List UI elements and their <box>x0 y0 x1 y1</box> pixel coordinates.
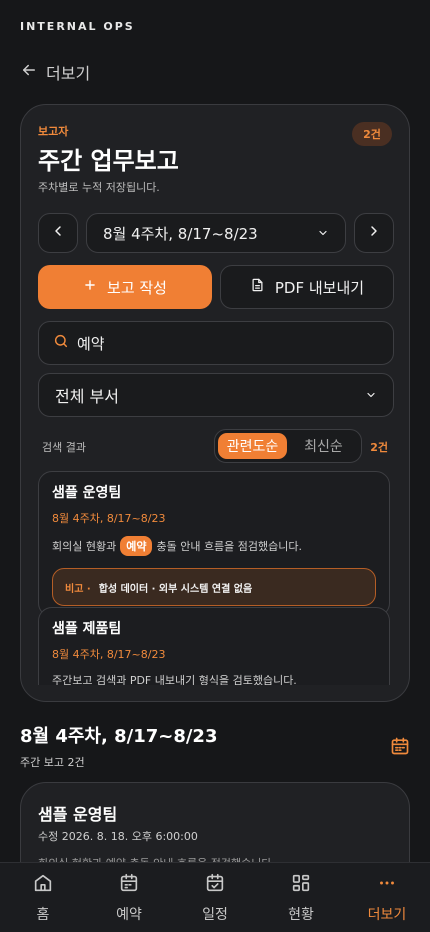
plus-icon <box>83 278 97 296</box>
list-item[interactable]: 샘플 운영팀 8월 4주차, 8/17~8/23 회의실 현황과 예약 충돌 안… <box>38 471 390 617</box>
tab-more[interactable]: 더보기 <box>344 863 430 932</box>
tab-label: 더보기 <box>367 906 407 923</box>
home-icon <box>32 872 54 898</box>
week-select-value: 8월 4주차, 8/17~8/23 <box>103 224 258 243</box>
tab-reservation[interactable]: 예약 <box>86 863 172 932</box>
tab-label: 일정 <box>202 906 228 923</box>
sort-latest[interactable]: 최신순 <box>289 433 358 459</box>
count-badge: 2건 <box>352 122 392 146</box>
grid-icon <box>290 872 312 898</box>
item-week: 8월 4주차, 8/17~8/23 <box>52 512 166 525</box>
next-week-button[interactable] <box>354 213 394 253</box>
chevron-right-icon <box>366 223 382 243</box>
calendar-check-icon <box>204 872 226 898</box>
tab-status[interactable]: 현황 <box>258 863 344 932</box>
department-select-value: 전체 부서 <box>55 387 119 406</box>
item-team: 샘플 제품팀 <box>52 621 122 637</box>
section-subtitle: 주간 보고 2건 <box>20 756 85 769</box>
action-row: 보고 작성 PDF 내보내기 <box>38 265 394 309</box>
report-card-team: 샘플 운영팀 <box>38 805 118 824</box>
sort-toggle: 관련도순 최신순 <box>214 429 362 463</box>
card-subtitle: 주차별로 누적 저장됩니다. <box>38 181 160 194</box>
note-box: 비고 · 합성 데이터 · 외부 시스템 연결 없음 <box>52 568 376 606</box>
calendar-icon <box>118 872 140 898</box>
search-highlight: 예약 <box>120 536 153 556</box>
item-team: 샘플 운영팀 <box>52 485 122 501</box>
note-label: 비고 · <box>65 583 91 595</box>
sort-relevance[interactable]: 관련도순 <box>218 433 287 459</box>
result-label: 검색 결과 <box>42 441 86 454</box>
calendar-button[interactable] <box>390 736 410 756</box>
week-selector-row: 8월 4주차, 8/17~8/23 <box>38 213 394 253</box>
prev-week-button[interactable] <box>38 213 78 253</box>
chevron-left-icon <box>50 223 66 243</box>
result-row: 검색 결과 관련도순 최신순 2건 <box>38 429 394 465</box>
arrow-left-icon <box>20 61 38 83</box>
search-box[interactable] <box>38 321 394 365</box>
search-input[interactable] <box>77 334 379 352</box>
calendar-icon <box>390 737 410 760</box>
write-report-label: 보고 작성 <box>107 278 167 297</box>
tab-label: 예약 <box>116 906 142 923</box>
write-report-button[interactable]: 보고 작성 <box>38 265 212 309</box>
result-count: 2건 <box>370 441 388 454</box>
document-icon <box>250 277 265 297</box>
week-select[interactable]: 8월 4주차, 8/17~8/23 <box>86 213 346 253</box>
tab-schedule[interactable]: 일정 <box>172 863 258 932</box>
item-week: 8월 4주차, 8/17~8/23 <box>52 648 166 661</box>
reporter-label: 보고자 <box>38 125 69 138</box>
item-summary: 회의실 현황과 예약 충돌 안내 흐름을 점검했습니다. <box>52 536 376 556</box>
search-icon <box>53 333 69 353</box>
page-title: 주간 업무보고 <box>38 147 179 175</box>
summary-text: 회의실 현황과 <box>52 540 117 553</box>
department-select[interactable]: 전체 부서 <box>38 373 394 417</box>
section-title: 8월 4주차, 8/17~8/23 <box>20 726 218 747</box>
result-list[interactable]: 샘플 운영팀 8월 4주차, 8/17~8/23 회의실 현황과 예약 충돌 안… <box>38 471 390 685</box>
item-summary: 주간보고 검색과 PDF 내보내기 형식을 검토했습니다. <box>52 674 297 685</box>
summary-text: 충돌 안내 흐름을 점검했습니다. <box>156 540 303 553</box>
tab-label: 홈 <box>36 906 50 923</box>
note-text: 합성 데이터 · 외부 시스템 연결 없음 <box>98 583 253 595</box>
more-icon <box>376 872 398 898</box>
tab-home[interactable]: 홈 <box>0 863 86 932</box>
chevron-down-icon <box>365 386 377 405</box>
back-label: 더보기 <box>46 64 91 83</box>
pdf-export-button[interactable]: PDF 내보내기 <box>220 265 394 309</box>
report-card-date: 수정 2026. 8. 18. 오후 6:00:00 <box>38 830 198 843</box>
bottom-tab-bar: 홈 예약 일정 현황 더보기 <box>0 862 430 932</box>
back-button[interactable]: 더보기 <box>20 60 90 84</box>
chevron-down-icon <box>317 224 329 243</box>
tab-label: 현황 <box>288 906 314 923</box>
weekly-report-card: 보고자 2건 주간 업무보고 주차별로 누적 저장됩니다. 8월 4주차, 8/… <box>20 104 410 702</box>
pdf-export-label: PDF 내보내기 <box>274 278 365 297</box>
list-item[interactable]: 샘플 제품팀 8월 4주차, 8/17~8/23 주간보고 검색과 PDF 내보… <box>38 607 390 685</box>
brand-label: INTERNAL OPS <box>20 20 135 33</box>
